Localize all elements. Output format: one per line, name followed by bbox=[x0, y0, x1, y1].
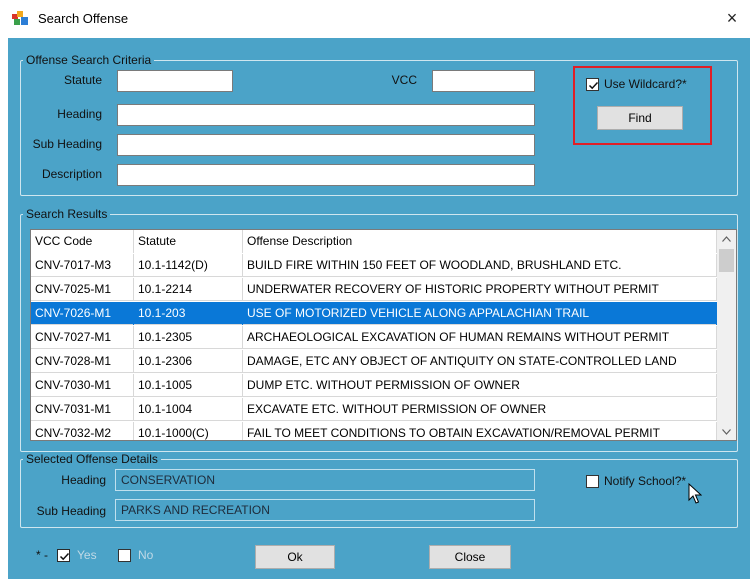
checkmark-icon bbox=[59, 552, 70, 561]
details-heading-label: Heading bbox=[61, 473, 106, 487]
statute-cell: 10.1-1142(D) bbox=[134, 254, 243, 277]
scroll-down-arrow-icon[interactable] bbox=[717, 423, 736, 440]
offense-description-cell: FAIL TO MEET CONDITIONS TO OBTAIN EXCAVA… bbox=[243, 422, 717, 440]
offense-description-cell: UNDERWATER RECOVERY OF HISTORIC PROPERTY… bbox=[243, 278, 717, 301]
vcc-input[interactable] bbox=[432, 70, 535, 92]
vcc-code-cell: CNV-7017-M3 bbox=[31, 254, 134, 277]
notify-school-checkbox[interactable] bbox=[586, 475, 599, 488]
grid-header-row: VCC Code Statute Offense Description bbox=[31, 230, 717, 253]
vcc-code-cell: CNV-7025-M1 bbox=[31, 278, 134, 301]
statute-cell: 10.1-2214 bbox=[134, 278, 243, 301]
checkmark-icon bbox=[588, 81, 599, 90]
table-row[interactable]: CNV-7031-M1 10.1-1004 EXCAVATE ETC. WITH… bbox=[31, 398, 717, 421]
offense-description-cell: ARCHAEOLOGICAL EXCAVATION OF HUMAN REMAI… bbox=[243, 326, 717, 349]
details-subheading-value: PARKS AND RECREATION bbox=[115, 499, 535, 521]
vcc-code-cell: CNV-7028-M1 bbox=[31, 350, 134, 373]
vcc-label: VCC bbox=[391, 73, 417, 87]
legend-yes-label: Yes bbox=[77, 548, 97, 562]
subheading-label: Sub Heading bbox=[32, 137, 102, 151]
statute-cell: 10.1-1000(C) bbox=[134, 422, 243, 440]
heading-input[interactable] bbox=[117, 104, 535, 126]
column-header-vcc-code[interactable]: VCC Code bbox=[31, 230, 134, 253]
subheading-input[interactable] bbox=[117, 134, 535, 156]
required-legend-prefix: * - bbox=[36, 548, 48, 562]
offense-description-cell: EXCAVATE ETC. WITHOUT PERMISSION OF OWNE… bbox=[243, 398, 717, 421]
table-row[interactable]: CNV-7017-M3 10.1-1142(D) BUILD FIRE WITH… bbox=[31, 254, 717, 277]
notify-school-label: Notify School?* bbox=[604, 474, 687, 488]
table-row-selected[interactable]: CNV-7026-M1 10.1-203 USE OF MOTORIZED VE… bbox=[31, 302, 717, 325]
description-label: Description bbox=[41, 167, 102, 181]
table-row[interactable]: CNV-7032-M2 10.1-1000(C) FAIL TO MEET CO… bbox=[31, 422, 717, 440]
statute-cell: 10.1-1005 bbox=[134, 374, 243, 397]
offense-description-cell: DAMAGE, ETC ANY OBJECT OF ANTIQUITY ON S… bbox=[243, 350, 717, 373]
description-input[interactable] bbox=[117, 164, 535, 186]
vcc-code-cell: CNV-7030-M1 bbox=[31, 374, 134, 397]
window-title: Search Offense bbox=[38, 11, 129, 26]
close-window-icon[interactable]: × bbox=[722, 8, 742, 28]
use-wildcard-label: Use Wildcard?* bbox=[604, 77, 687, 91]
scroll-up-arrow-icon[interactable] bbox=[717, 230, 736, 247]
scrollbar-thumb[interactable] bbox=[719, 249, 734, 272]
statute-cell: 10.1-2305 bbox=[134, 326, 243, 349]
results-vertical-scrollbar[interactable] bbox=[717, 230, 736, 440]
find-button[interactable]: Find bbox=[597, 106, 683, 130]
ok-button[interactable]: Ok bbox=[255, 545, 335, 569]
details-heading-value: CONSERVATION bbox=[115, 469, 535, 491]
legend-no-checkbox bbox=[118, 549, 131, 562]
table-row[interactable]: CNV-7030-M1 10.1-1005 DUMP ETC. WITHOUT … bbox=[31, 374, 717, 397]
heading-label: Heading bbox=[57, 107, 102, 121]
column-header-offense-description[interactable]: Offense Description bbox=[243, 230, 717, 253]
vcc-code-cell: CNV-7031-M1 bbox=[31, 398, 134, 421]
selected-offense-details-legend: Selected Offense Details bbox=[26, 452, 158, 466]
vcc-code-cell: CNV-7027-M1 bbox=[31, 326, 134, 349]
statute-input[interactable] bbox=[117, 70, 233, 92]
statute-cell: 10.1-2306 bbox=[134, 350, 243, 373]
results-grid: VCC Code Statute Offense Description CNV… bbox=[30, 229, 737, 441]
vcc-code-cell: CNV-7032-M2 bbox=[31, 422, 134, 440]
details-subheading-label: Sub Heading bbox=[36, 504, 106, 518]
mouse-pointer-icon bbox=[688, 482, 703, 508]
title-bar: Search Offense × bbox=[0, 0, 752, 38]
column-header-statute[interactable]: Statute bbox=[134, 230, 243, 253]
statute-label: Statute bbox=[63, 73, 102, 87]
offense-description-cell: BUILD FIRE WITHIN 150 FEET OF WOODLAND, … bbox=[243, 254, 717, 277]
close-button[interactable]: Close bbox=[429, 545, 511, 569]
table-row[interactable]: CNV-7025-M1 10.1-2214 UNDERWATER RECOVER… bbox=[31, 278, 717, 301]
legend-yes-checkbox bbox=[57, 549, 70, 562]
offense-description-cell: USE OF MOTORIZED VEHICLE ALONG APPALACHI… bbox=[243, 302, 717, 325]
app-icon bbox=[12, 11, 28, 25]
offense-description-cell: DUMP ETC. WITHOUT PERMISSION OF OWNER bbox=[243, 374, 717, 397]
search-criteria-legend: Offense Search Criteria bbox=[26, 53, 152, 67]
table-row[interactable]: CNV-7027-M1 10.1-2305 ARCHAEOLOGICAL EXC… bbox=[31, 326, 717, 349]
search-results-legend: Search Results bbox=[26, 207, 108, 221]
statute-cell: 10.1-203 bbox=[134, 302, 243, 325]
use-wildcard-checkbox[interactable] bbox=[586, 78, 599, 91]
legend-no-label: No bbox=[138, 548, 154, 562]
statute-cell: 10.1-1004 bbox=[134, 398, 243, 421]
table-row[interactable]: CNV-7028-M1 10.1-2306 DAMAGE, ETC ANY OB… bbox=[31, 350, 717, 373]
vcc-code-cell: CNV-7026-M1 bbox=[31, 302, 134, 325]
